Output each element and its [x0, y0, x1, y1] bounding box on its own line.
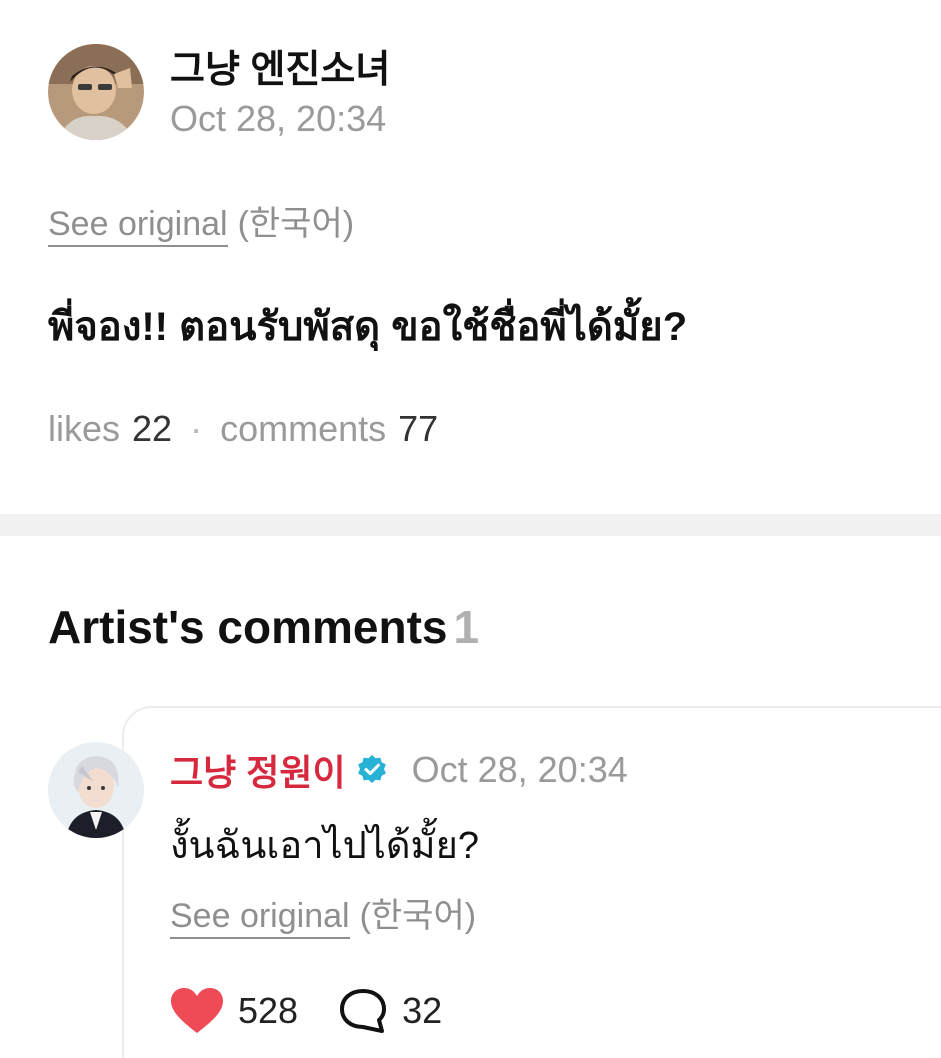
reply-count: 32	[402, 990, 443, 1031]
artist-comment-text: งั้นฉันเอาไปได้มั้ย?	[170, 825, 480, 867]
post-author-avatar[interactable]	[48, 44, 144, 140]
artist-avatar[interactable]	[48, 742, 144, 838]
post-detail-page: 그냥 엔진소녀 Oct 28, 20:34 See original (한국어) …	[0, 0, 941, 1058]
comments-count[interactable]: 77	[398, 408, 438, 449]
heart-icon	[171, 988, 223, 1033]
speech-bubble-icon	[340, 989, 387, 1033]
section-divider	[0, 514, 941, 536]
like-button[interactable]: 528	[170, 987, 298, 1035]
artist-comment-actions: 528 32	[170, 984, 442, 1038]
post-author-name[interactable]: 그냥 엔진소녀	[170, 38, 390, 93]
post-see-original-row: See original (한국어)	[48, 196, 355, 247]
artist-name[interactable]: 그냥 정원이	[170, 752, 346, 793]
verified-badge-icon	[357, 755, 386, 783]
artist-comment-header: 그냥 정원이 Oct 28, 20:34	[170, 744, 628, 796]
artist-avatar-image	[48, 742, 144, 838]
artist-comments-title: Artist's comments 1	[48, 600, 479, 654]
post-body-text: พี่จอง!! ตอนรับพัสดุ ขอใช้ชื่อพี่ได้มั้ย…	[48, 305, 688, 349]
likes-count: 22	[132, 408, 173, 449]
like-count: 528	[238, 990, 299, 1031]
artist-comments-heading: Artist's comments	[48, 601, 448, 653]
artist-comments-count: 1	[453, 601, 480, 653]
post-original-language: (한국어)	[237, 205, 355, 243]
reply-button[interactable]: 32	[338, 987, 442, 1035]
post-stats: likes 22 · comments 77	[48, 408, 438, 450]
stats-separator: ·	[190, 408, 203, 449]
artist-comment-timestamp: Oct 28, 20:34	[411, 749, 628, 790]
artist-see-original-row: See original (한국어)	[170, 888, 477, 939]
comments-label[interactable]: comments	[220, 408, 386, 449]
post-author-avatar-image	[48, 44, 144, 140]
post-see-original-link[interactable]: See original	[48, 205, 228, 247]
artist-original-language: (한국어)	[359, 897, 477, 935]
post-timestamp: Oct 28, 20:34	[170, 98, 387, 139]
artist-see-original-link[interactable]: See original	[170, 897, 350, 939]
likes-label: likes	[48, 408, 121, 449]
